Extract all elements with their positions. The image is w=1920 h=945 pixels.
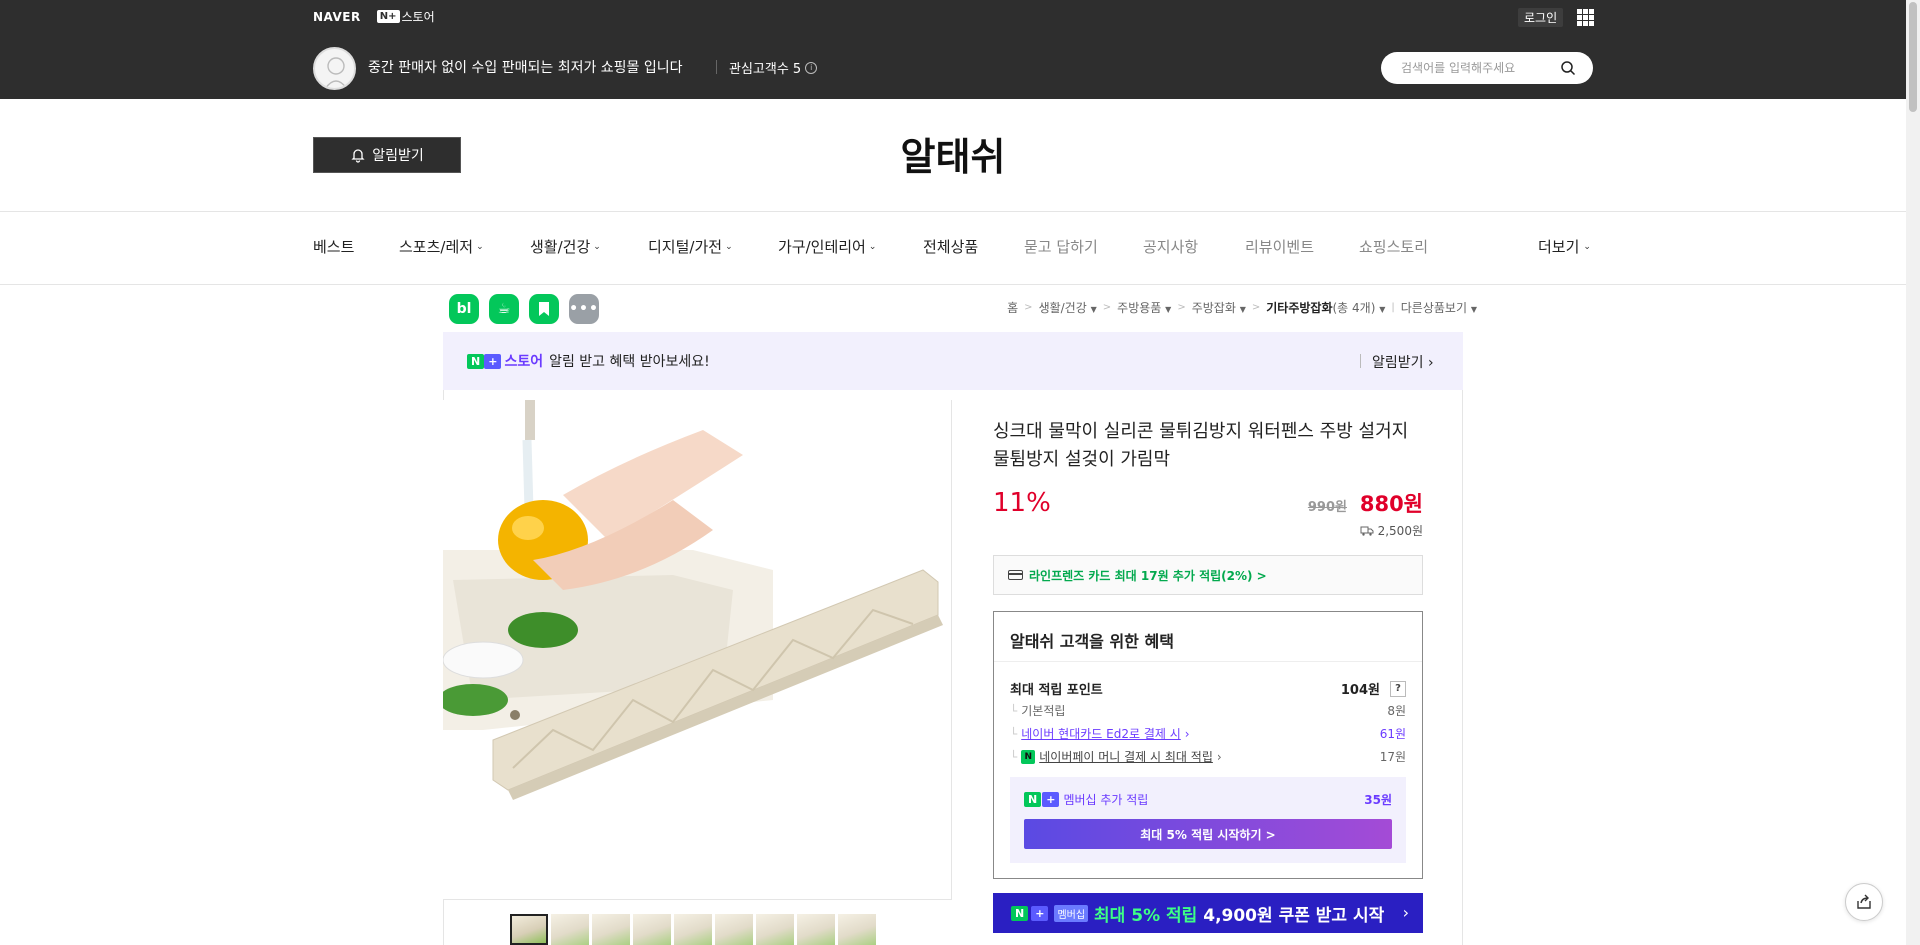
nav-item-notice[interactable]: 공지사항 [1143, 236, 1198, 257]
share-icons-row: bl ☕ ••• [449, 294, 599, 324]
npay-money-row[interactable]: └ N 네이버페이 머니 결제 시 최대 적립 › 17원 [1010, 748, 1406, 765]
info-icon[interactable]: i [805, 61, 818, 74]
benefit-title: 알태쉬 고객을 위한 혜택 [1010, 632, 1174, 651]
membership-badge: 멤버십 [1054, 904, 1089, 922]
store-avatar[interactable] [313, 47, 356, 90]
notify-promo-banner: N + 스토어 알림 받고 혜택 받아보세요! 알림받기 › [443, 332, 1463, 390]
membership-coupon-banner[interactable]: N + 멤버십 최대 5% 적립 4,900원 쿠폰 받고 시작 › [993, 893, 1423, 933]
card-offer-banner[interactable]: 라인프렌즈 카드 최대 17원 추가 적립(2%) > [993, 555, 1423, 595]
breadcrumb-current[interactable]: 기타주방잡화(총 4개) ▼ [1266, 299, 1385, 316]
breadcrumb-category-3[interactable]: 주방잡화 ▼ [1192, 299, 1246, 316]
product-thumbnail[interactable] [674, 914, 712, 945]
nav-item-shopping-story[interactable]: 쇼핑스토리 [1359, 236, 1428, 257]
hyundai-card-row[interactable]: └ 네이버 현대카드 Ed2로 결제 시 › 61원 [1010, 725, 1406, 742]
store-header: NAVER N+ 스토어 로그인 중간 판매자 없이 수입 판매되는 최저가 쇼… [0, 0, 1906, 99]
store-name[interactable]: 알태쉬 [0, 126, 1906, 181]
divider [1360, 354, 1361, 368]
nav-item-sports[interactable]: 스포츠/레저 ⌄ [399, 236, 484, 257]
nav-item-living[interactable]: 생활/건강 ⌄ [530, 236, 601, 257]
product-thumbnail[interactable] [551, 914, 589, 945]
npay-icon: N [1021, 749, 1036, 764]
sale-price: 880원 [1359, 492, 1423, 516]
naver-logo[interactable]: NAVER [313, 10, 361, 24]
nplus-store-label: 스토어 [401, 10, 435, 24]
more-dots-icon[interactable]: ••• [569, 294, 599, 324]
nav-item-all-products[interactable]: 전체상품 [923, 236, 978, 257]
breadcrumb-category-2[interactable]: 주방용품 ▼ [1117, 299, 1171, 316]
original-price: 990원 [1307, 500, 1347, 515]
chevron-down-icon: ⌄ [725, 241, 733, 252]
nplus-store-logo[interactable]: N+ 스토어 [376, 8, 435, 25]
follower-count: 관심고객수 5 i [729, 58, 818, 77]
store-description: 중간 판매자 없이 수입 판매되는 최저가 쇼핑몰 입니다 [368, 60, 683, 76]
chevron-down-icon: ⌄ [593, 241, 601, 252]
nav-item-review-event[interactable]: 리뷰이벤트 [1245, 236, 1314, 257]
divider [0, 211, 1906, 212]
blog-icon[interactable]: bl [449, 294, 479, 324]
product-info: 싱크대 물막이 실리콘 물튀김방지 워터펜스 주방 설거지 물튐방지 설겆이 가… [993, 418, 1423, 933]
truck-icon [1360, 526, 1374, 536]
divider [443, 899, 952, 900]
product-thumbnail[interactable] [797, 914, 835, 945]
chevron-down-icon: ⌄ [868, 241, 877, 252]
product-thumbnail[interactable] [838, 914, 876, 945]
basic-point-row: └ 기본적립 8원 [1010, 703, 1406, 719]
shipping-fee: 2,500원 [1360, 522, 1423, 539]
credit-card-icon [1008, 570, 1023, 580]
cafe-icon[interactable]: ☕ [489, 294, 519, 324]
nav-item-qna[interactable]: 묻고 답하기 [1024, 236, 1098, 257]
product-title: 싱크대 물막이 실리콘 물튀김방지 워터펜스 주방 설거지 물튐방지 설겆이 가… [993, 421, 1409, 470]
nav-more-button[interactable]: 더보기 ⌄ [1538, 236, 1591, 257]
product-thumbnail[interactable] [592, 914, 630, 945]
promo-notify-link[interactable]: 알림받기 › [1372, 352, 1434, 372]
help-icon[interactable]: ? [1390, 680, 1406, 697]
scrollbar-thumb[interactable] [1909, 2, 1917, 112]
product-thumbnail[interactable] [633, 914, 671, 945]
chevron-down-icon: ⌄ [1583, 241, 1591, 252]
chevron-down-icon: ⌄ [476, 241, 484, 252]
product-thumbnail[interactable] [715, 914, 753, 945]
breadcrumb: 홈 > 생활/건강 ▼ > 주방용품 ▼ > 주방잡화 ▼ > 기타주방잡화(총… [1007, 299, 1477, 316]
nav-item-best[interactable]: 베스트 [313, 236, 354, 257]
membership-start-button[interactable]: 최대 5% 적립 시작하기 > [1024, 819, 1392, 849]
breadcrumb-home[interactable]: 홈 [1007, 299, 1018, 316]
product-main-image[interactable] [443, 400, 952, 900]
login-button[interactable]: 로그인 [1518, 8, 1564, 27]
promo-text: 알림 받고 혜택 받아보세요! [549, 354, 710, 370]
nav-item-digital[interactable]: 디지털/가전 ⌄ [648, 236, 733, 257]
share-button[interactable] [1845, 883, 1883, 921]
breadcrumb-other-products[interactable]: 다른상품보기 ▼ [1401, 299, 1477, 316]
app-grid-icon[interactable] [1577, 9, 1594, 26]
product-thumbnail[interactable] [756, 914, 794, 945]
discount-rate: 11% [993, 488, 1051, 518]
benefit-box: 알태쉬 고객을 위한 혜택 최대 적립 포인트 104원? └ 기본적립 8원 └… [993, 611, 1423, 879]
max-point-row: 최대 적립 포인트 104원? [1010, 679, 1406, 698]
product-thumbnail[interactable] [510, 914, 548, 945]
divider [716, 60, 717, 74]
follower-label: 관심고객수 5 [729, 62, 802, 77]
bookmark-icon[interactable] [529, 294, 559, 324]
chevron-right-icon: › [1402, 903, 1409, 922]
card-offer-text: 라인프렌즈 카드 최대 17원 추가 적립(2%) > [1029, 568, 1267, 583]
share-icon [1857, 894, 1871, 909]
divider [994, 661, 1422, 662]
membership-box: N + 멤버십 추가 적립 35원 최대 5% 적립 시작하기 > [1010, 777, 1406, 863]
brand-row: NAVER N+ 스토어 [313, 8, 435, 25]
membership-row: N + 멤버십 추가 적립 35원 [1024, 791, 1392, 808]
nav-item-furniture[interactable]: 가구/인테리어 ⌄ [778, 236, 876, 257]
divider [0, 284, 1906, 285]
search-icon[interactable] [1560, 60, 1576, 76]
breadcrumb-category-1[interactable]: 생활/건강 ▼ [1039, 299, 1097, 316]
coupon-text: 최대 5% 적립 4,900원 쿠폰 받고 시작 [1094, 905, 1385, 926]
nplus-store-logo: N + 스토어 [467, 351, 543, 371]
page-scrollbar[interactable] [1906, 0, 1920, 945]
product-thumbnails [510, 914, 876, 945]
nplus-badge: N+ [376, 10, 400, 23]
